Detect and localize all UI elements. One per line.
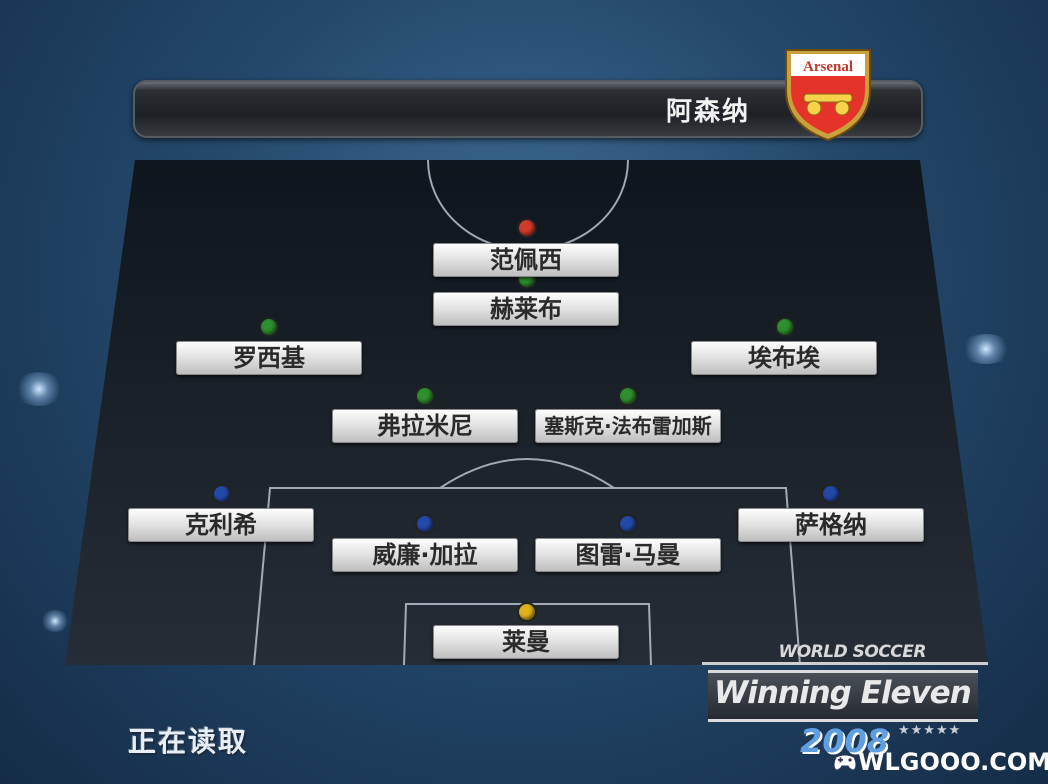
player-name-plate[interactable]: 罗西基 — [176, 341, 362, 375]
logo-stars: ★★★★★ — [898, 723, 962, 738]
arsenal-crest-icon: Arsenal — [785, 49, 871, 142]
logo-top-text: WORLD SOCCER — [778, 642, 926, 662]
player-marker-df[interactable] — [417, 516, 433, 532]
player-marker-mf[interactable] — [777, 319, 793, 335]
player-marker-gk[interactable] — [519, 604, 535, 620]
player-name-plate[interactable]: 威廉·加拉 — [332, 538, 518, 572]
team-name: 阿森纳 — [665, 97, 750, 127]
crest-text: Arsenal — [803, 59, 853, 75]
player-name-plate[interactable]: 弗拉米尼 — [332, 409, 518, 443]
logo-top-line: WORLD SOCCER — [702, 642, 988, 665]
site-watermark: WLGOOO.COM — [858, 748, 1048, 776]
winning-eleven-logo: WORLD SOCCER Winning Eleven 2008 ★★★★★ — [702, 636, 992, 760]
logo-main-text: Winning Eleven — [714, 675, 972, 711]
logo-main-plate: Winning Eleven — [708, 670, 978, 722]
player-marker-mf[interactable] — [620, 388, 636, 404]
player-name-plate[interactable]: 埃布埃 — [691, 341, 877, 375]
player-name-plate[interactable]: 范佩西 — [433, 243, 619, 277]
player-name-plate[interactable]: 塞斯克·法布雷加斯 — [535, 409, 721, 443]
player-name-plate[interactable]: 赫莱布 — [433, 292, 619, 326]
player-name-plate[interactable]: 图雷·马曼 — [535, 538, 721, 572]
player-name-plate[interactable]: 萨格纳 — [738, 508, 924, 542]
player-marker-fw[interactable] — [519, 220, 535, 236]
player-marker-df[interactable] — [620, 516, 636, 532]
player-marker-df[interactable] — [823, 486, 839, 502]
player-marker-mf[interactable] — [261, 319, 277, 335]
player-marker-mf[interactable] — [417, 388, 433, 404]
player-marker-df[interactable] — [214, 486, 230, 502]
player-name-plate[interactable]: 莱曼 — [433, 625, 619, 659]
gamepad-icon — [833, 754, 857, 771]
player-name-plate[interactable]: 克利希 — [128, 508, 314, 542]
loading-status: 正在读取 — [128, 725, 249, 758]
